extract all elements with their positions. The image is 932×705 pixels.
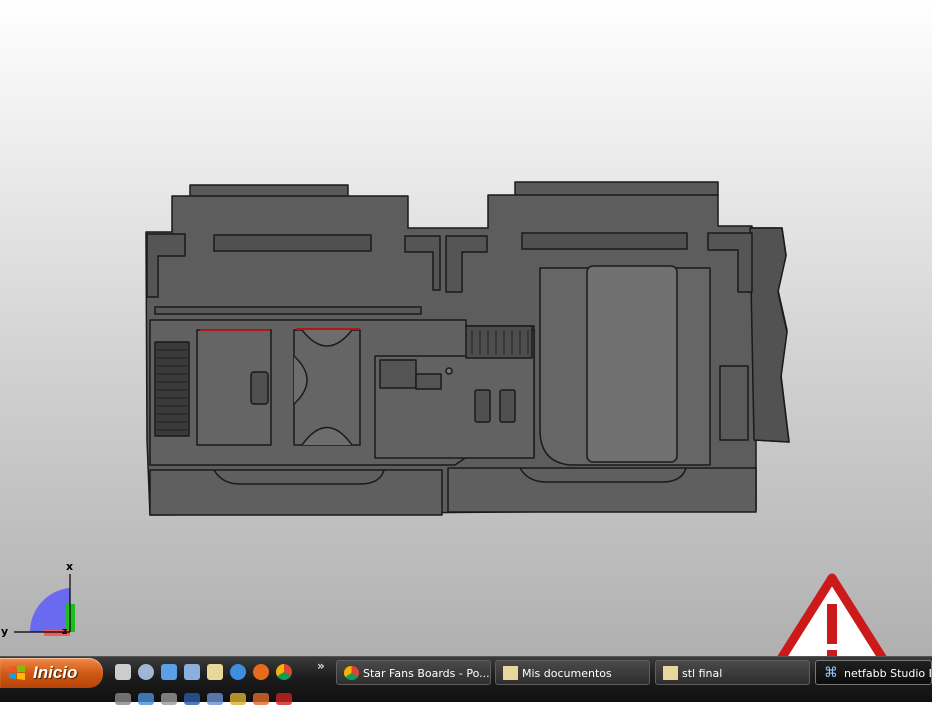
start-button[interactable]: Inicio (0, 658, 103, 688)
quick-launch-more-icon[interactable]: » (317, 659, 325, 673)
tray-icon[interactable] (161, 693, 177, 705)
task-label: netfabb Studio Bas (844, 667, 931, 680)
3d-viewport[interactable]: x y z (0, 0, 932, 656)
netfabb-icon: ⌘ (824, 665, 838, 681)
task-stl-final[interactable]: stl final (655, 660, 810, 685)
task-mis-documentos[interactable]: Mis documentos (495, 660, 650, 685)
chrome-icon[interactable] (276, 664, 292, 680)
start-button-label: Inicio (33, 663, 78, 682)
folder-icon[interactable] (207, 664, 223, 680)
chrome-icon (344, 666, 359, 680)
axis-label-z: z (62, 627, 68, 637)
warning-triangle-icon[interactable] (775, 570, 890, 656)
internet-explorer-icon[interactable] (230, 664, 246, 680)
tray-icon[interactable] (207, 693, 223, 705)
task-label: Mis documentos (522, 667, 612, 680)
axis-triad-graphic (14, 574, 75, 636)
user-icon[interactable] (138, 664, 154, 680)
task-label: Star Fans Boards - Po... (363, 667, 490, 680)
photoshop-icon[interactable] (184, 693, 200, 705)
taskbar: Inicio » Star Fans Boards - Po... Mis do… (0, 656, 932, 705)
stl-model[interactable] (0, 0, 932, 656)
folder-icon (503, 666, 518, 680)
media-icon[interactable] (161, 664, 177, 680)
axis-label-x: x (66, 560, 74, 573)
axis-label-y: y (1, 625, 9, 638)
network-icon[interactable] (184, 664, 200, 680)
tray-icon[interactable] (115, 693, 131, 705)
show-desktop-icon[interactable] (115, 664, 131, 680)
folder-icon (663, 666, 678, 680)
axis-triad: x y z (0, 560, 90, 645)
task-chrome-window[interactable]: Star Fans Boards - Po... (336, 660, 491, 685)
task-netfabb-studio[interactable]: ⌘ netfabb Studio Bas (815, 660, 932, 685)
tray-icon[interactable] (276, 693, 292, 705)
tray-icon[interactable] (138, 693, 154, 705)
firefox-icon[interactable] (253, 664, 269, 680)
windows-logo-icon (9, 665, 25, 680)
tray-icon[interactable] (230, 693, 246, 705)
tray-icon[interactable] (253, 693, 269, 705)
task-label: stl final (682, 667, 723, 680)
